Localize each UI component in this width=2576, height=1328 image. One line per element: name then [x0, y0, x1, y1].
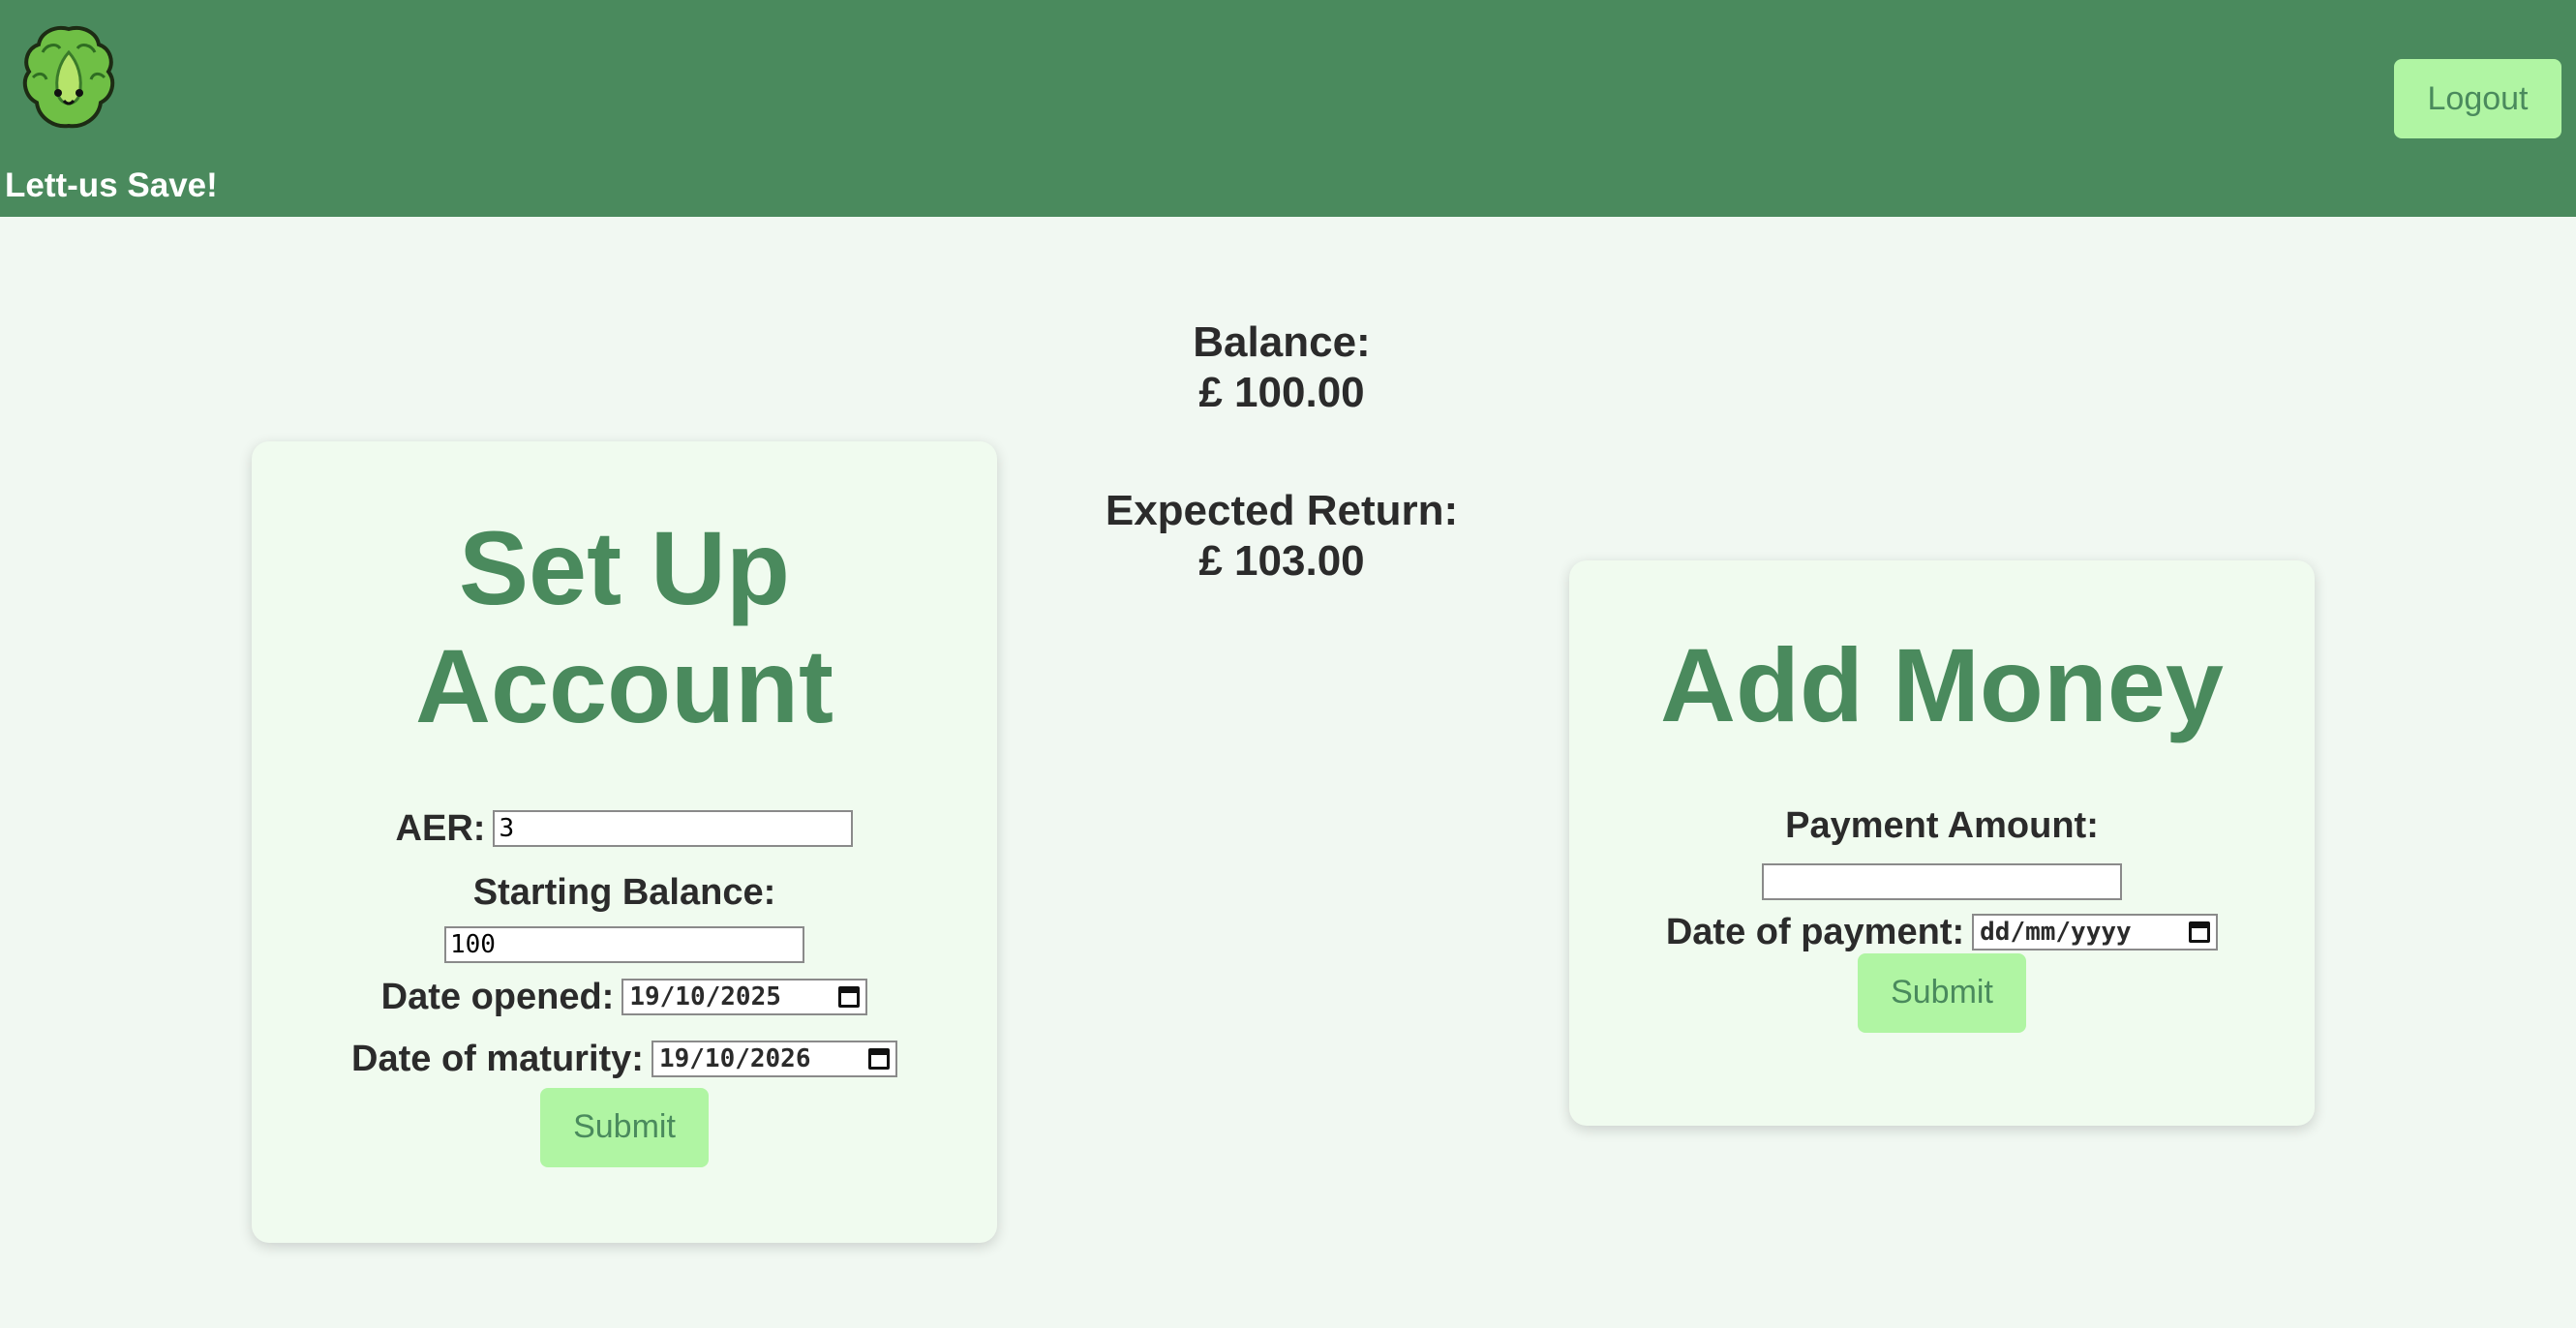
calendar-icon[interactable]	[2189, 921, 2211, 943]
date-maturity-label: Date of maturity:	[351, 1038, 644, 1079]
balance-label: Balance:	[1193, 318, 1371, 366]
date-payment-input[interactable]: dd/mm/yyyy	[1972, 913, 2219, 951]
date-payment-placeholder: dd/mm/yyyy	[1980, 917, 2132, 947]
date-opened-label: Date opened:	[380, 976, 615, 1017]
date-maturity-value: 19/10/2026	[658, 1043, 811, 1073]
lettuce-mascot-icon	[22, 26, 115, 129]
expected-return-value: £ 103.00	[1198, 537, 1365, 585]
add-money-title: Add Money	[1660, 626, 2224, 743]
calendar-icon[interactable]	[867, 1047, 890, 1070]
account-summary: Balance: £ 100.00 Expected Return: £ 103…	[991, 317, 1572, 587]
add-money-submit-button[interactable]: Submit	[1858, 952, 2026, 1033]
setup-account-title: Set Up Account	[415, 509, 833, 744]
logout-button[interactable]: Logout	[2394, 59, 2561, 138]
date-opened-input[interactable]: 19/10/2025	[621, 978, 868, 1015]
payment-amount-input[interactable]	[1762, 862, 2122, 900]
date-maturity-input[interactable]: 19/10/2026	[651, 1040, 897, 1077]
expected-return-label: Expected Return:	[1105, 487, 1459, 534]
add-money-form: Payment Amount: Date of payment: dd/mm/yy…	[1569, 802, 2315, 1033]
date-opened-value: 19/10/2025	[629, 981, 781, 1011]
date-payment-label: Date of payment:	[1665, 911, 1965, 952]
aer-input[interactable]	[493, 809, 854, 847]
brand-name: Lett-us Save!	[5, 166, 218, 204]
add-money-card: Add Money Payment Amount: Date of paymen…	[1569, 560, 2315, 1126]
aer-label: AER:	[395, 807, 486, 849]
setup-account-form: AER: Starting Balance: Date opened: 19/10…	[252, 805, 997, 1167]
calendar-icon[interactable]	[838, 985, 861, 1008]
payment-amount-label: Payment Amount:	[1785, 804, 2099, 846]
starting-balance-label: Starting Balance:	[472, 871, 776, 913]
setup-account-card: Set Up Account AER: Starting Balance: Da…	[252, 441, 997, 1243]
top-header: Lett-us Save! Logout	[0, 0, 2576, 217]
setup-submit-button[interactable]: Submit	[540, 1087, 709, 1167]
balance-value: £ 100.00	[1198, 369, 1365, 416]
starting-balance-input[interactable]	[444, 925, 804, 963]
